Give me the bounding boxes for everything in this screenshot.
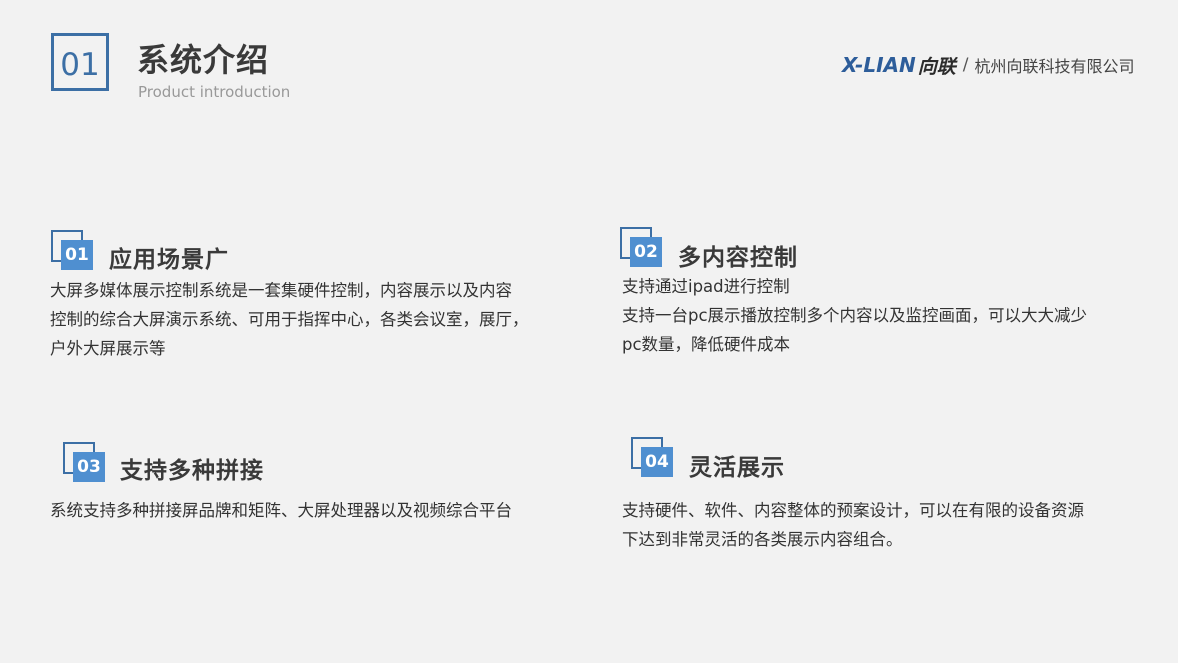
badge-number: 01 [61, 240, 93, 270]
section-title-2: 多内容控制 [678, 245, 798, 271]
section-line: 支持硬件、软件、内容整体的预案设计，可以在有限的设备资源 [622, 501, 1084, 520]
page-number-box: 01 [51, 33, 109, 91]
section-line: 系统支持多种拼接屏品牌和矩阵、大屏处理器以及视频综合平台 [50, 501, 512, 520]
section-badge-3: 03 [63, 442, 105, 482]
section-badge-1: 01 [51, 230, 93, 270]
badge-number: 03 [73, 452, 105, 482]
brand: X-LIAN 向联 / 杭州向联科技有限公司 [842, 53, 1135, 78]
section-badge-4: 04 [631, 437, 673, 477]
section-line: 支持一台pc展示播放控制多个内容以及监控画面，可以大大减少 [622, 306, 1088, 325]
section-title-4: 灵活展示 [689, 455, 785, 481]
section-body-2: 支持通过ipad进行控制 支持一台pc展示播放控制多个内容以及监控画面，可以大大… [622, 272, 1087, 359]
brand-logo-latin: X-LIAN [842, 53, 916, 77]
section-body-4: 支持硬件、软件、内容整体的预案设计，可以在有限的设备资源 下达到非常灵活的各类展… [622, 496, 1084, 554]
section-line: 大屏多媒体展示控制系统是一套集硬件控制，内容展示以及内容 [50, 281, 512, 300]
brand-separator: / [962, 55, 969, 75]
section-title-1: 应用场景广 [109, 247, 229, 273]
section-line: pc数量，降低硬件成本 [622, 335, 791, 354]
brand-company: 杭州向联科技有限公司 [974, 57, 1135, 76]
section-line: 户外大屏展示等 [50, 339, 166, 358]
page-number: 01 [60, 47, 100, 83]
section-line: 下达到非常灵活的各类展示内容组合。 [622, 530, 903, 549]
page-subtitle: Product introduction [138, 83, 291, 101]
page-title: 系统介绍 [137, 41, 270, 79]
badge-number: 02 [630, 237, 662, 267]
brand-logo-cn: 向联 [917, 55, 956, 78]
section-title-3: 支持多种拼接 [120, 458, 264, 484]
section-line: 控制的综合大屏演示系统、可用于指挥中心，各类会议室，展厅， [50, 310, 529, 329]
section-badge-2: 02 [620, 227, 662, 267]
section-body-1: 大屏多媒体展示控制系统是一套集硬件控制，内容展示以及内容 控制的综合大屏演示系统… [50, 276, 529, 363]
badge-number: 04 [641, 447, 673, 477]
section-line: 支持通过ipad进行控制 [622, 277, 790, 296]
section-body-3: 系统支持多种拼接屏品牌和矩阵、大屏处理器以及视频综合平台 [50, 496, 512, 525]
